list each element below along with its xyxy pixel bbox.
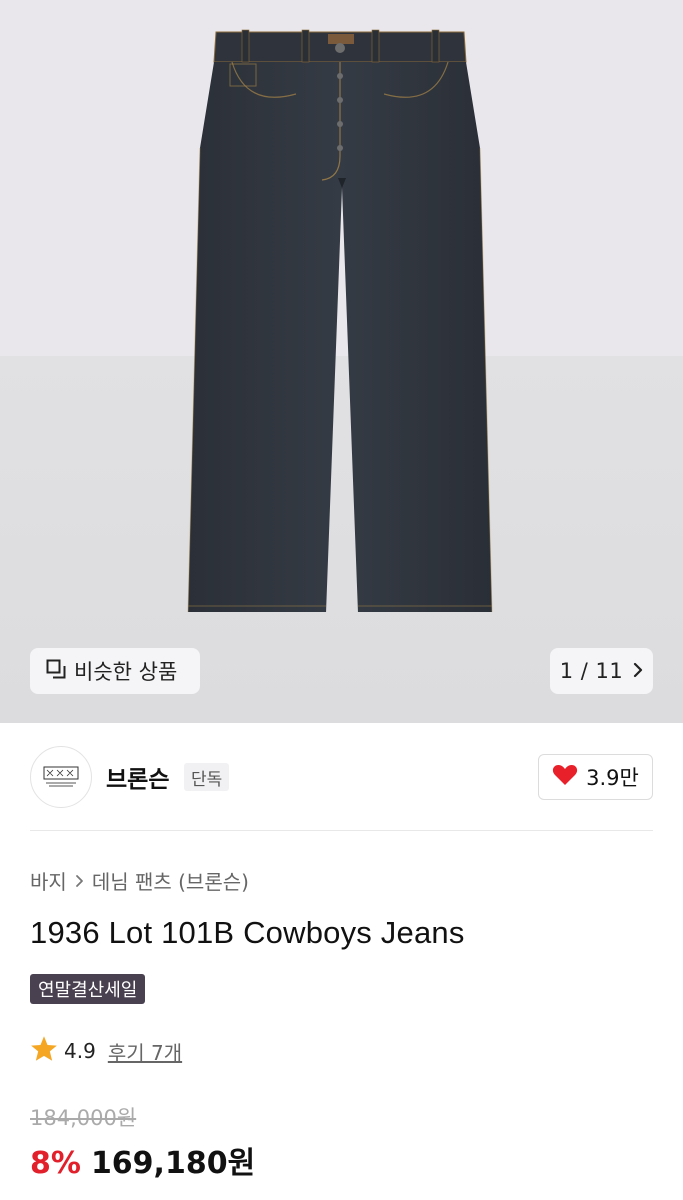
sale-price: 169,180원 [90, 1146, 256, 1181]
product-image-jeans [187, 29, 493, 612]
brand-logo[interactable] [30, 746, 92, 808]
review-count-link[interactable]: 후기 7개 [108, 1037, 182, 1066]
chevron-right-icon [633, 659, 643, 683]
divider [30, 830, 653, 831]
rating-row: 4.9 후기 7개 [30, 1035, 182, 1067]
breadcrumb-subcategory[interactable]: 데님 팬츠 (브론슨) [92, 866, 249, 895]
breadcrumb: 바지 데님 팬츠 (브론슨) [30, 866, 249, 895]
heart-icon [552, 763, 578, 792]
similar-products-button[interactable]: 비슷한 상품 [30, 648, 200, 694]
star-icon [30, 1035, 58, 1067]
chevron-right-icon [75, 869, 84, 893]
product-title: 1936 Lot 101B Cowboys Jeans [30, 915, 465, 950]
overlapping-squares-icon [46, 659, 66, 684]
similar-products-label: 비슷한 상품 [74, 660, 178, 684]
breadcrumb-category[interactable]: 바지 [30, 866, 67, 895]
rating-value: 4.9 [64, 1039, 96, 1063]
image-counter: 1 / 11 [559, 659, 624, 683]
brand-name[interactable]: 브론슨 [106, 760, 169, 794]
image-counter-button[interactable]: 1 / 11 [550, 648, 653, 694]
discount-rate: 8% [30, 1146, 81, 1181]
original-price: 184,000원 [30, 1106, 137, 1130]
price-row: 8% 169,180원 [30, 1138, 255, 1182]
like-count: 3.9만 [586, 766, 639, 790]
brand-logo-mark [43, 766, 79, 787]
product-image-gallery[interactable]: 비슷한 상품 1 / 11 [0, 0, 683, 723]
sale-event-badge: 연말결산세일 [30, 974, 146, 1004]
like-button[interactable]: 3.9만 [538, 754, 653, 800]
exclusive-badge: 단독 [184, 763, 230, 791]
